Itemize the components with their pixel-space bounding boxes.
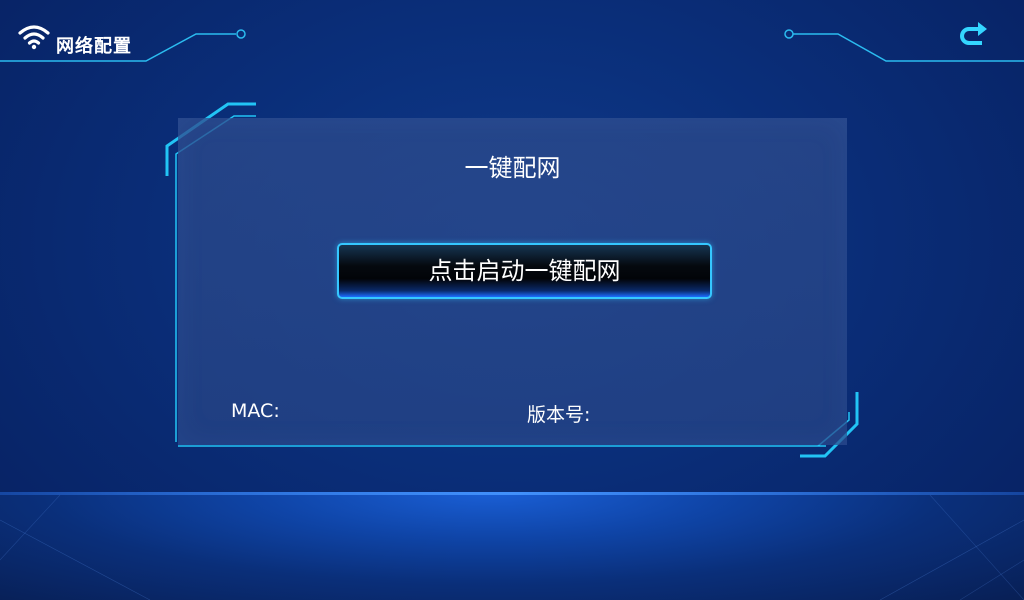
stage-decoration-lines bbox=[0, 494, 1024, 600]
